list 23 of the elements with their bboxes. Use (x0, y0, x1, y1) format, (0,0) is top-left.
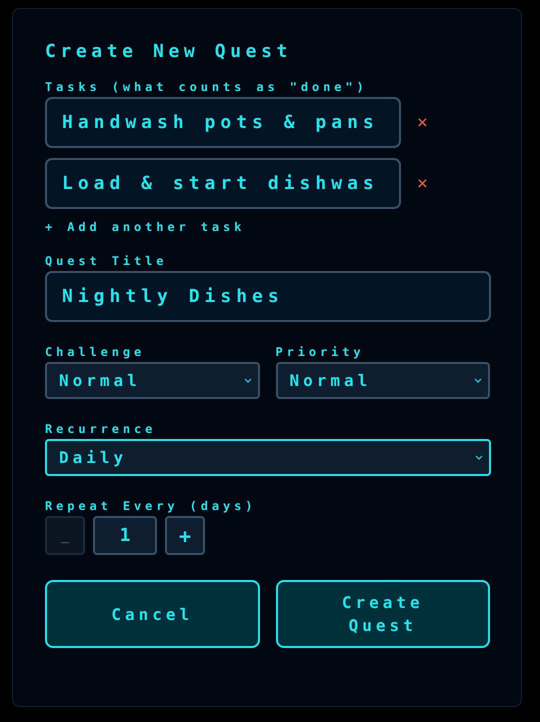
dialog-title: Create New Quest (45, 41, 293, 63)
select-label: Challenge (45, 344, 146, 360)
cancel-button[interactable]: Cancel (45, 580, 260, 648)
create-button[interactable]: Create Quest (276, 580, 490, 648)
dropdown[interactable]: Normal (45, 362, 260, 399)
repeat-value[interactable]: 1 (93, 516, 157, 555)
dropdown[interactable]: Normal (276, 362, 490, 399)
recurrence-dropdown[interactable]: Daily (45, 439, 491, 476)
add-task-link[interactable]: + Add another task (45, 219, 246, 235)
recurrence-label: Recurrence (45, 421, 158, 437)
task-input[interactable]: Handwash pots & pans (45, 97, 401, 148)
remove-task-button[interactable]: × (417, 112, 428, 132)
increment-button[interactable]: + (165, 516, 205, 555)
quest-title-label: Quest Title (45, 253, 168, 269)
task-input[interactable]: Load & start dishwas (45, 158, 401, 209)
repeat-label: Repeat Every (days) (45, 498, 258, 514)
quest-title-input[interactable]: Nightly Dishes (45, 271, 491, 322)
chevron-down-icon (474, 378, 482, 383)
chevron-down-icon (244, 378, 252, 383)
chevron-down-icon (475, 455, 483, 460)
remove-task-button[interactable]: × (417, 174, 428, 194)
select-label: Priority (276, 344, 366, 360)
tasks-label: Tasks (what counts as "done") (45, 79, 369, 95)
